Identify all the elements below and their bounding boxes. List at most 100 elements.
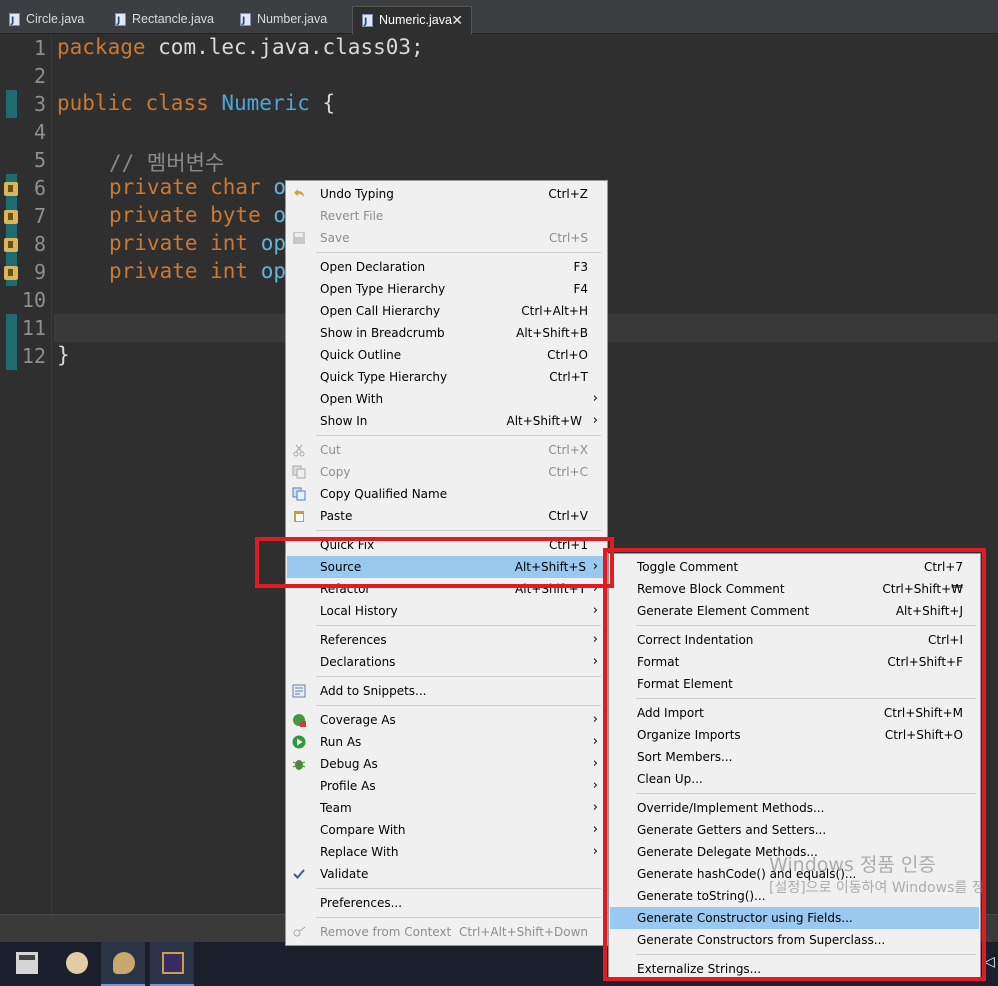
java-file-icon [362, 9, 373, 35]
menu-item-local-history[interactable]: Local History › [287, 600, 606, 622]
menu-item-label: Profile As [320, 779, 376, 793]
line-number: 10 [21, 288, 46, 312]
menu-item-shortcut: Alt+Shift+W [506, 414, 583, 428]
menu-item-run-as[interactable]: Run As › [287, 731, 606, 753]
coverage-icon [293, 714, 306, 727]
menu-item-save[interactable]: Save Ctrl+S [287, 227, 606, 249]
menu-item-shortcut: F4 [573, 282, 588, 296]
line-number: 5 [33, 148, 46, 172]
menu-item-show-in-breadcrumb[interactable]: Show in Breadcrumb Alt+Shift+B [287, 322, 606, 344]
run-icon [292, 735, 306, 749]
menu-item-add-to-snippets[interactable]: Add to Snippets... [287, 680, 606, 702]
paint-palette-icon [113, 952, 135, 974]
menu-item-shortcut: Ctrl+Alt+Shift+Down [458, 925, 588, 939]
code-line-3: public class Numeric { [57, 91, 335, 115]
menu-item-validate[interactable]: Validate [287, 863, 606, 885]
menu-item-undo-typing[interactable]: Undo Typing Ctrl+Z [287, 183, 606, 205]
submenu-arrow-icon: › [592, 844, 598, 859]
remove-context-icon [293, 926, 306, 937]
menu-item-declarations[interactable]: Declarations › [287, 651, 606, 673]
java-file-icon [240, 8, 251, 34]
line-number: 3 [33, 92, 46, 116]
close-icon[interactable]: ✕ [451, 7, 463, 33]
menu-item-label: Cut [320, 443, 341, 457]
keyword: package [57, 35, 146, 59]
copy-icon [292, 465, 306, 479]
menu-item-revert-file[interactable]: Revert File [287, 205, 606, 227]
field-name: op [260, 259, 287, 283]
line-number: 6 [33, 176, 46, 200]
menu-item-open-type-hierarchy[interactable]: Open Type Hierarchy F4 [287, 278, 606, 300]
menu-item-remove-from-context[interactable]: Remove from Context Ctrl+Alt+Shift+Down [287, 921, 606, 943]
menu-item-copy[interactable]: Copy Ctrl+C [287, 461, 606, 483]
tab-label: Rectancle.java [132, 12, 214, 26]
menu-item-shortcut: Ctrl+Z [548, 187, 588, 201]
code-line-12: } [57, 343, 70, 367]
menu-item-quick-outline[interactable]: Quick Outline Ctrl+O [287, 344, 606, 366]
menu-separator [316, 530, 601, 531]
menu-item-label: Run As [320, 735, 362, 749]
menu-separator [316, 705, 601, 706]
tab-rectancle-java[interactable]: Rectancle.java [106, 6, 230, 34]
menu-item-label: Validate [320, 867, 369, 881]
tab-numeric-java[interactable]: Numeric.java ✕ [352, 6, 472, 35]
save-icon [293, 232, 305, 244]
menu-item-shortcut: Ctrl+Alt+H [521, 304, 588, 318]
menu-item-open-with[interactable]: Open With › [287, 388, 606, 410]
code-line-9: private int op [109, 259, 286, 283]
submenu-arrow-icon: › [592, 413, 598, 428]
line-number: 2 [33, 64, 46, 88]
menu-item-label: Revert File [320, 209, 384, 223]
tab-number-java[interactable]: Number.java [231, 6, 349, 34]
menu-item-label: Open With [320, 392, 384, 406]
taskbar-paint-palette[interactable] [101, 942, 145, 986]
menu-item-shortcut: Ctrl+C [548, 465, 588, 479]
taskbar-calculator[interactable] [4, 942, 48, 986]
menu-item-quick-type-hierarchy[interactable]: Quick Type Hierarchy Ctrl+T [287, 366, 606, 388]
line-number: 4 [33, 120, 46, 144]
submenu-arrow-icon: › [592, 632, 598, 647]
menu-item-debug-as[interactable]: Debug As › [287, 753, 606, 775]
menu-item-coverage-as[interactable]: Coverage As › [287, 709, 606, 731]
menu-item-replace-with[interactable]: Replace With › [287, 841, 606, 863]
keyword: private int [109, 231, 249, 255]
menu-item-cut[interactable]: Cut Ctrl+X [287, 439, 606, 461]
menu-item-label: Undo Typing [320, 187, 394, 201]
java-file-icon [9, 8, 20, 34]
annotation-box-source [255, 537, 614, 588]
volume-icon[interactable]: ◁ [984, 954, 998, 974]
menu-item-shortcut: Alt+Shift+B [516, 326, 588, 340]
menu-item-label: Open Type Hierarchy [320, 282, 446, 296]
menu-item-preferences[interactable]: Preferences... [287, 892, 606, 914]
taskbar-eclipse[interactable] [150, 942, 194, 986]
taskbar-paint[interactable] [54, 942, 98, 986]
menu-item-references[interactable]: References › [287, 629, 606, 651]
menu-separator [316, 676, 601, 677]
menu-separator [316, 252, 601, 253]
menu-item-label: Team [320, 801, 352, 815]
menu-item-copy-qualified-name[interactable]: Copy Qualified Name [287, 483, 606, 505]
menu-item-label: Paste [320, 509, 353, 523]
menu-item-open-declaration[interactable]: Open Declaration F3 [287, 256, 606, 278]
copy-qualified-icon [292, 487, 306, 501]
menu-item-shortcut: Ctrl+V [548, 509, 588, 523]
scissors-icon [293, 444, 305, 457]
tab-circle-java[interactable]: Circle.java [0, 6, 100, 34]
menu-item-profile-as[interactable]: Profile As › [287, 775, 606, 797]
checkmark-icon [293, 869, 305, 879]
line-number-gutter: 1 2 3 4 5 6 7 8 9 10 11 12 [0, 34, 52, 914]
menu-item-shortcut: Ctrl+O [547, 348, 588, 362]
menu-item-open-call-hierarchy[interactable]: Open Call Hierarchy Ctrl+Alt+H [287, 300, 606, 322]
comment: // 멤버변수 [109, 151, 225, 175]
tab-label: Numeric.java [379, 13, 452, 27]
menu-item-label: Save [320, 231, 350, 245]
menu-item-shortcut: Ctrl+S [548, 231, 588, 245]
line-number: 1 [33, 36, 46, 60]
paint-icon [66, 952, 88, 974]
submenu-arrow-icon: › [592, 822, 598, 837]
menu-item-paste[interactable]: Paste Ctrl+V [287, 505, 606, 527]
menu-item-compare-with[interactable]: Compare With › [287, 819, 606, 841]
menu-item-team[interactable]: Team › [287, 797, 606, 819]
menu-separator [316, 625, 601, 626]
menu-item-show-in[interactable]: Show In Alt+Shift+W › [287, 410, 606, 432]
